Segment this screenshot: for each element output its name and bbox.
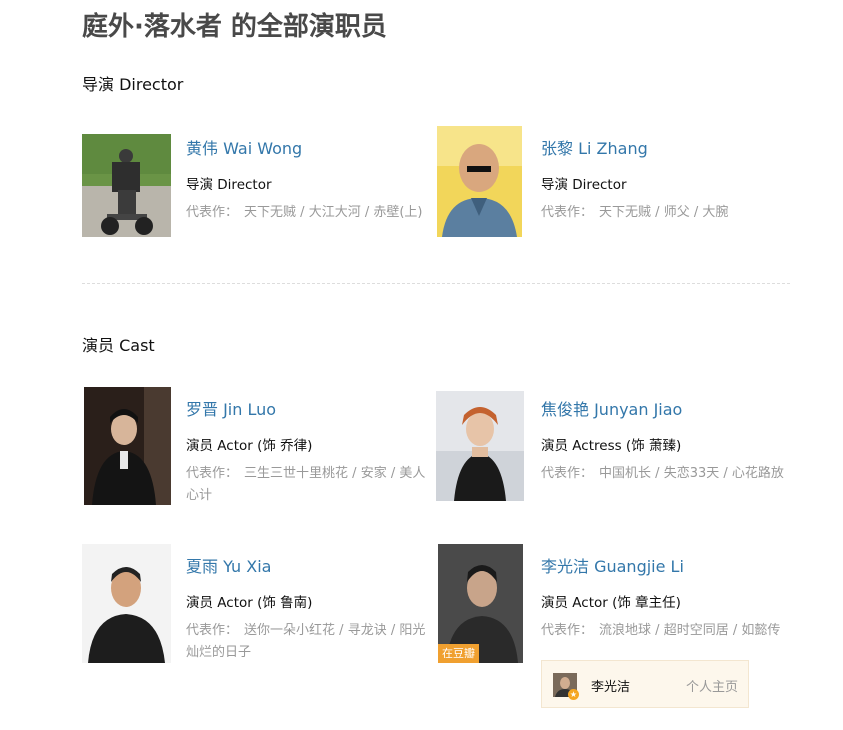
works-label: 代表作： (541, 466, 594, 481)
hover-card-name: 李光洁 (591, 680, 631, 695)
person-role: 演员 Actress (饰 萧臻) (541, 438, 682, 454)
section-title-director: 导演 Director (82, 75, 184, 94)
person-name-link[interactable]: 黄伟 Wai Wong (186, 135, 302, 159)
works-label: 代表作： (186, 205, 239, 220)
works-label: 代表作： (541, 205, 594, 220)
person-card-director-1: 张黎 Li Zhang 导演 Director 代表作： 天下无贼 / 师父 / … (437, 126, 792, 264)
person-name-link[interactable]: 焦俊艳 Junyan Jiao (541, 396, 682, 420)
work-link[interactable]: 三生三世十里桃花 (244, 466, 348, 481)
work-link[interactable]: 失恋33天 (664, 466, 720, 481)
person-photo[interactable] (84, 387, 171, 505)
work-link[interactable]: 流浪地球 (599, 623, 651, 638)
person-works: 代表作： 三生三世十里桃花 / 安家 / 美人心计 (186, 466, 426, 503)
person-works: 代表作： 送你一朵小红花 / 寻龙诀 / 阳光灿烂的日子 (186, 623, 426, 660)
personal-homepage-link[interactable]: 个人主页 (686, 676, 738, 695)
person-photo[interactable] (437, 126, 522, 237)
work-link[interactable]: 安家 (361, 466, 387, 481)
person-name-link[interactable]: 李光洁 Guangjie Li (541, 553, 684, 577)
verified-star-icon: ★ (568, 689, 579, 700)
work-link[interactable]: 送你一朵小红花 (244, 623, 335, 638)
works-label: 代表作： (186, 466, 239, 481)
person-photo[interactable] (82, 544, 171, 663)
work-link[interactable]: 中国机长 (599, 466, 651, 481)
person-name-link[interactable]: 张黎 Li Zhang (541, 135, 648, 159)
person-works: 代表作： 天下无贼 / 大江大河 / 赤壁(上) (186, 205, 423, 220)
person-role: 导演 Director (186, 177, 272, 193)
person-role: 演员 Actor (饰 鲁南) (186, 595, 313, 611)
person-name-link[interactable]: 罗晋 Jin Luo (186, 396, 276, 420)
page-title: 庭外·落水者 的全部演职员 (82, 12, 387, 42)
work-link[interactable]: 大江大河 (309, 205, 361, 220)
person-name-link[interactable]: 夏雨 Yu Xia (186, 553, 271, 577)
person-photo[interactable] (82, 134, 171, 237)
work-link[interactable]: 大腕 (702, 205, 728, 220)
person-works: 代表作： 中国机长 / 失恋33天 / 心花路放 (541, 466, 784, 481)
person-card-director-0: 黄伟 Wai Wong 导演 Director 代表作： 天下无贼 / 大江大河 … (82, 134, 437, 264)
work-link[interactable]: 赤壁(上) (373, 205, 422, 220)
person-works: 代表作： 天下无贼 / 师父 / 大腕 (541, 205, 729, 220)
person-photo[interactable] (436, 391, 524, 501)
person-role: 演员 Actor (饰 乔律) (186, 438, 313, 454)
profile-hover-card[interactable]: ★ 李光洁 个人主页 (541, 660, 749, 708)
person-card-cast-0: 罗晋 Jin Luo 演员 Actor (饰 乔律) 代表作： 三生三世十里桃花 … (82, 387, 437, 525)
person-card-cast-2: 夏雨 Yu Xia 演员 Actor (饰 鲁南) 代表作： 送你一朵小红花 / … (82, 544, 437, 682)
section-divider (82, 283, 790, 284)
work-link[interactable]: 寻龙诀 (348, 623, 387, 638)
section-title-cast: 演员 Cast (82, 336, 155, 355)
work-link[interactable]: 师父 (664, 205, 690, 220)
works-label: 代表作： (186, 623, 239, 638)
work-link[interactable]: 心花路放 (732, 466, 784, 481)
person-card-cast-1: 焦俊艳 Junyan Jiao 演员 Actress (饰 萧臻) 代表作： 中国… (436, 391, 792, 525)
work-link[interactable]: 天下无贼 (599, 205, 651, 220)
work-link[interactable]: 天下无贼 (244, 205, 296, 220)
work-link[interactable]: 如懿传 (741, 623, 780, 638)
work-link[interactable]: 超时空同居 (664, 623, 729, 638)
douban-badge: 在豆瓣 (438, 644, 479, 663)
person-role: 导演 Director (541, 177, 627, 193)
person-photo[interactable]: 在豆瓣 (438, 544, 523, 663)
works-label: 代表作： (541, 623, 594, 638)
person-works: 代表作： 流浪地球 / 超时空同居 / 如懿传 (541, 623, 781, 638)
person-role: 演员 Actor (饰 章主任) (541, 595, 681, 611)
